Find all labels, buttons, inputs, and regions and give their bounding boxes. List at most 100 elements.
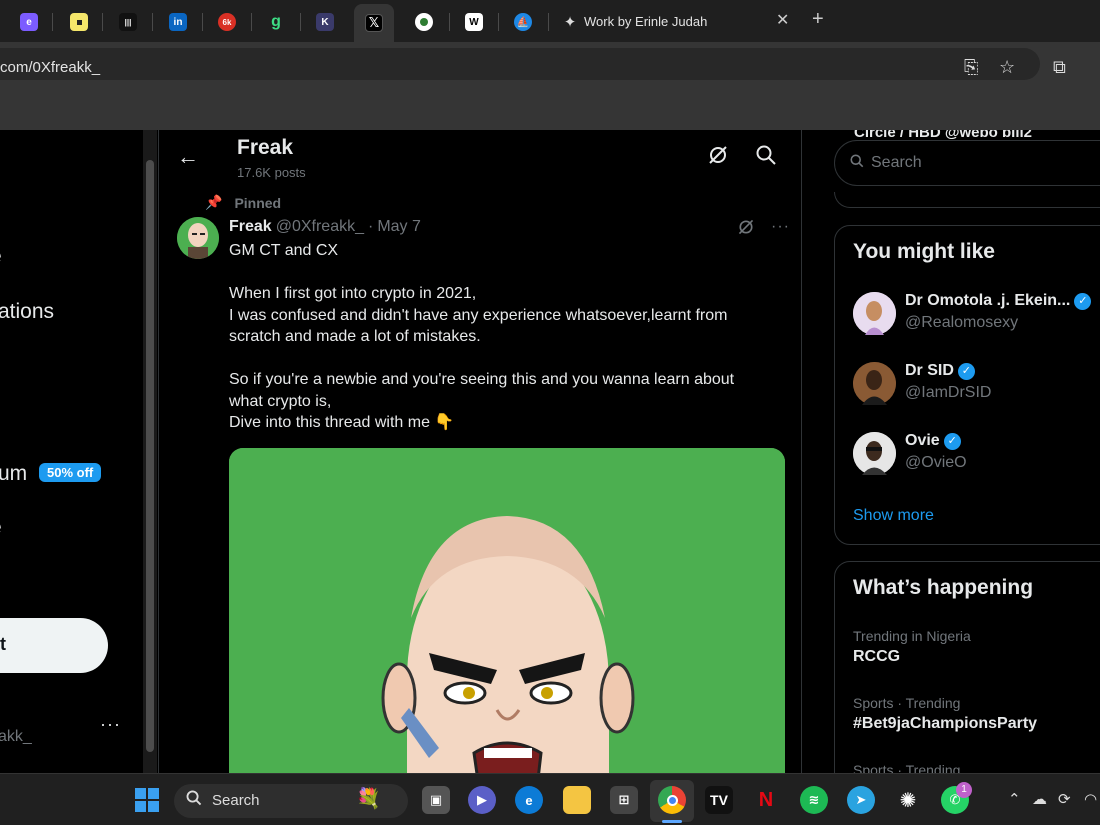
tab-12-active-site[interactable]: ✦ (560, 7, 580, 37)
install-app-icon[interactable]: ⎘ (964, 57, 978, 78)
k-icon: K (316, 13, 334, 31)
trend-meta: Sports · Trending (853, 762, 961, 773)
nav-item-premium[interactable]: um (0, 462, 27, 486)
tab-4[interactable]: in (167, 7, 189, 37)
tab-1[interactable]: e (18, 7, 40, 37)
user-name: Ovie ✓ (905, 432, 961, 450)
more-options-icon[interactable]: ··· (771, 218, 790, 241)
user-handle: @Realomosexy (905, 314, 1019, 331)
search-box[interactable]: Search (834, 140, 1100, 186)
url-text[interactable]: com/0Xfreakk_ (0, 59, 100, 76)
tab-title[interactable]: Work by Erinle Judah (584, 14, 707, 29)
grok-icon[interactable] (707, 144, 729, 171)
chevron-up-icon[interactable]: ⌃ (1008, 790, 1021, 808)
note-icon (70, 13, 88, 31)
back-arrow-icon[interactable]: ← (177, 144, 199, 170)
tab-5[interactable]: 6k (216, 7, 238, 37)
nav-item-profile[interactable]: e (0, 516, 2, 540)
store-icon[interactable]: ⊞ (610, 786, 638, 814)
post-date[interactable]: May 7 (377, 218, 421, 236)
onedrive-cloud-icon[interactable]: ☁ (1032, 790, 1047, 808)
avatar (853, 432, 896, 475)
nav-item-notifications[interactable]: ations (0, 300, 54, 324)
profile-header: ← Freak 17.6K posts (159, 130, 801, 187)
search-icon (850, 154, 864, 172)
tab-11[interactable]: ⛵ (512, 7, 534, 37)
browser-tab-strip: e ||| in 6k g K 𝕏 W ⛵ ✦ Work by Erinle J… (0, 0, 1100, 42)
tab-3[interactable]: ||| (117, 7, 139, 37)
windows-taskbar: Search 💐 ▣ ▶ e ⊞ TV N ≋ ➤ ✺ ✆ 1 ⌃ ☁ ⟳ ◠ (0, 773, 1100, 825)
chatgpt-icon[interactable]: ✺ (894, 786, 922, 814)
scroll-thumb[interactable] (146, 160, 154, 752)
profile-name: Freak (237, 136, 294, 159)
active-indicator (662, 820, 682, 823)
file-explorer-icon[interactable] (563, 786, 591, 814)
tab-6[interactable]: g (265, 7, 287, 37)
teams-icon[interactable]: ▶ (468, 786, 496, 814)
premium-discount-badge: 50% off (39, 463, 102, 482)
whats-happening-card: What’s happening Trending in Nigeria RCC… (834, 561, 1100, 773)
pin-icon: 📌 (205, 194, 223, 210)
app-icon: e (20, 13, 38, 31)
post-button[interactable]: t (0, 618, 108, 673)
post-paragraph: So if you're a newbie and you're seeing … (229, 371, 735, 431)
chrome-icon[interactable] (658, 786, 686, 814)
grok-icon[interactable] (737, 218, 755, 241)
avatar (853, 292, 896, 335)
nav-item-home[interactable]: e (0, 245, 2, 269)
spotify-icon[interactable]: ≋ (800, 786, 828, 814)
tab-x-active[interactable]: 𝕏 (354, 4, 394, 42)
verified-badge-icon: ✓ (957, 363, 975, 380)
telegram-icon[interactable]: ➤ (847, 786, 875, 814)
tab-9[interactable] (413, 7, 435, 37)
post-image[interactable] (229, 448, 785, 773)
profile-icon (415, 13, 433, 31)
user-handle: @IamDrSID (905, 384, 992, 401)
windows-start-icon[interactable] (133, 786, 161, 814)
avatar[interactable] (177, 217, 219, 259)
post-button-label: t (0, 634, 6, 654)
you-might-like-title: You might like (853, 240, 995, 263)
close-tab-icon[interactable]: ✕ (776, 10, 789, 30)
trend-item[interactable]: RCCG (853, 648, 900, 666)
address-bar[interactable] (0, 48, 1040, 80)
boat-icon: ⛵ (514, 13, 532, 31)
tab-7[interactable]: K (314, 7, 336, 37)
search-input[interactable]: Search (871, 154, 922, 172)
x-logo-icon: 𝕏 (365, 14, 383, 32)
wifi-icon[interactable]: ◠ (1084, 790, 1097, 808)
task-view-icon[interactable]: ▣ (422, 786, 450, 814)
browser-toolbar (0, 42, 1100, 86)
user-handle: @OvieO (905, 454, 967, 471)
trend-meta: Sports · Trending (853, 695, 961, 711)
sparkle-icon: ✦ (563, 14, 577, 31)
author-name[interactable]: Freak (229, 218, 272, 236)
pinned-indicator: 📌 Pinned (205, 194, 281, 211)
edge-icon[interactable]: e (515, 786, 543, 814)
post-paragraph: GM CT and CX (229, 242, 339, 259)
trend-meta: Trending in Nigeria (853, 628, 971, 644)
pinned-label: Pinned (234, 194, 282, 211)
verified-badge-icon: ✓ (1074, 293, 1092, 310)
account-more-icon[interactable]: ··· (100, 714, 121, 735)
post-paragraph: When I first got into crypto in 2021, I … (229, 285, 728, 345)
cartoon-bald-man-image (229, 448, 785, 773)
notification-icon: 6k (218, 13, 236, 31)
scrollbar[interactable] (143, 130, 157, 773)
tradingview-icon[interactable]: TV (705, 786, 733, 814)
show-more-link[interactable]: Show more (853, 507, 934, 525)
bookmark-star-icon[interactable]: ☆ (999, 57, 1015, 78)
author-handle[interactable]: @0Xfreakk_ (276, 218, 364, 236)
extensions-icon[interactable]: ⧉ (1053, 57, 1066, 78)
trend-item[interactable]: #Bet9jaChampionsParty (853, 715, 1037, 733)
verified-badge-icon: ✓ (943, 433, 961, 450)
tab-10[interactable]: W (463, 7, 485, 37)
w-icon: W (465, 13, 483, 31)
netflix-icon[interactable]: N (752, 786, 780, 814)
sync-icon[interactable]: ⟳ (1058, 790, 1071, 808)
new-tab-button[interactable]: + (812, 8, 824, 31)
tab-2[interactable] (68, 7, 90, 37)
search-icon[interactable] (755, 144, 777, 171)
account-handle[interactable]: akk_ (0, 728, 32, 746)
right-sidebar: Circle / HBD @webo bill2 Search You migh… (816, 130, 1100, 773)
